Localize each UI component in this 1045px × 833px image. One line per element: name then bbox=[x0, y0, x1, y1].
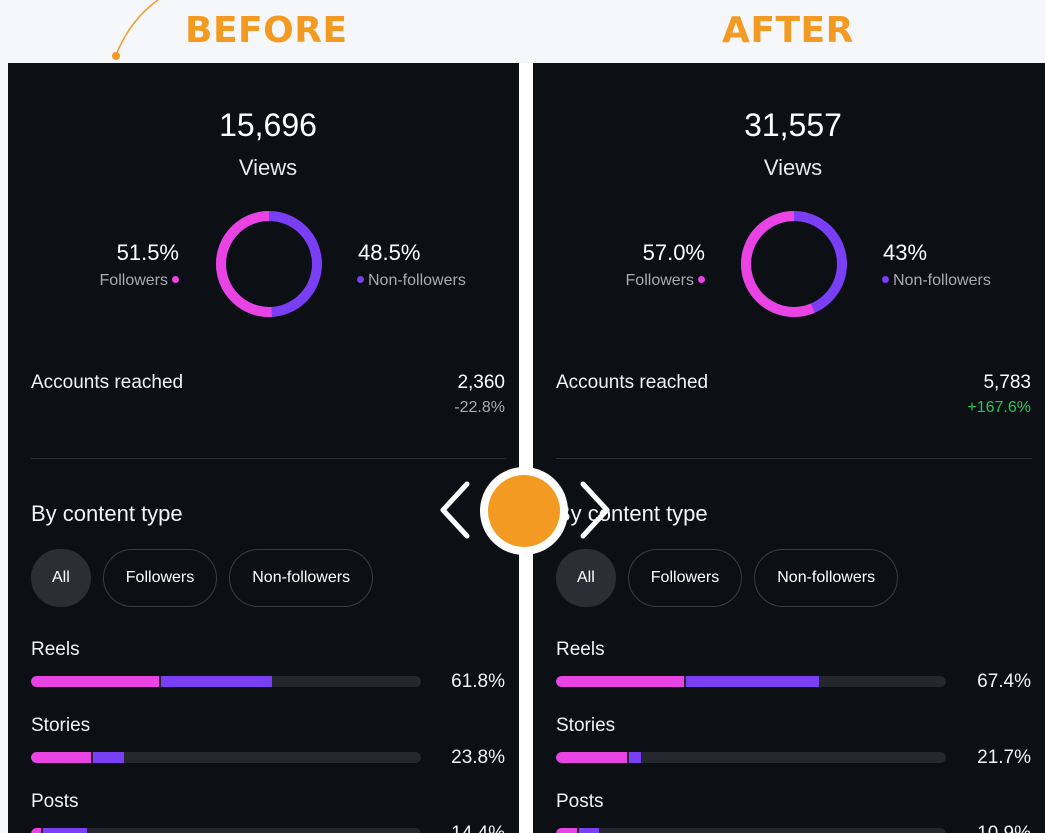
slider-handle-core bbox=[488, 475, 560, 547]
filter-all-button[interactable]: All bbox=[556, 549, 616, 607]
bar-non-followers-segment bbox=[42, 828, 88, 833]
content-bar bbox=[556, 828, 946, 833]
bar-non-followers-segment bbox=[685, 676, 819, 687]
divider bbox=[31, 458, 506, 459]
content-row-label: Reels bbox=[31, 639, 80, 660]
chevron-right-icon[interactable] bbox=[573, 478, 613, 542]
accounts-reached-delta: +167.6% bbox=[967, 399, 1031, 416]
content-row-label: Reels bbox=[556, 639, 605, 660]
bar-non-followers-segment bbox=[160, 676, 272, 687]
accounts-reached-label: Accounts reached bbox=[556, 372, 709, 393]
bar-followers-segment bbox=[31, 828, 41, 833]
content-row-label: Stories bbox=[31, 715, 91, 736]
divider bbox=[556, 458, 1032, 459]
content-type-filters: All Followers Non-followers bbox=[31, 549, 374, 607]
non-followers-dot-icon bbox=[882, 276, 889, 284]
non-followers-percentage: 43% bbox=[883, 240, 928, 265]
before-panel: 15,696 Views 51.5% Followers 48.5% Non-f… bbox=[8, 63, 519, 833]
non-followers-legend-label: Non-followers bbox=[368, 272, 466, 289]
content-row-percentage: 61.8% bbox=[451, 671, 505, 692]
non-followers-dot-icon bbox=[357, 276, 364, 284]
content-row-percentage: 67.4% bbox=[977, 671, 1031, 692]
content-row-label: Stories bbox=[556, 715, 616, 736]
content-row-reels: Reels 61.8% bbox=[31, 639, 505, 699]
content-type-filters: All Followers Non-followers bbox=[556, 549, 899, 607]
views-donut-chart bbox=[741, 211, 847, 317]
comparison-divider[interactable] bbox=[519, 63, 533, 833]
bar-followers-segment bbox=[31, 752, 92, 763]
followers-dot-icon bbox=[698, 276, 705, 284]
content-row-label: Posts bbox=[556, 791, 604, 812]
accounts-reached-delta: -22.8% bbox=[454, 399, 505, 416]
filter-non-followers-button[interactable]: Non-followers bbox=[229, 549, 374, 607]
followers-percentage: 57.0% bbox=[642, 240, 705, 265]
before-heading: BEFORE bbox=[185, 10, 348, 51]
views-count: 15,696 bbox=[219, 107, 317, 143]
bar-non-followers-segment bbox=[579, 828, 599, 833]
accounts-reached-label: Accounts reached bbox=[31, 372, 184, 393]
content-row-stories: Stories 23.8% bbox=[31, 715, 505, 775]
content-row-percentage: 14.4% bbox=[451, 823, 505, 833]
after-heading: AFTER bbox=[722, 10, 854, 51]
content-type-title: By content type bbox=[31, 501, 183, 526]
content-row-posts: Posts 10.9% bbox=[556, 791, 1031, 833]
accounts-reached-value: 5,783 bbox=[983, 372, 1031, 393]
content-row-percentage: 10.9% bbox=[977, 823, 1031, 833]
content-row-percentage: 23.8% bbox=[451, 747, 505, 768]
filter-non-followers-button[interactable]: Non-followers bbox=[754, 549, 899, 607]
views-label: Views bbox=[763, 155, 823, 180]
bar-followers-segment bbox=[556, 676, 684, 687]
followers-percentage: 51.5% bbox=[116, 240, 179, 265]
filter-followers-button[interactable]: Followers bbox=[627, 549, 743, 607]
followers-legend-label: Followers bbox=[99, 272, 168, 289]
bar-followers-segment bbox=[31, 676, 159, 687]
content-row-percentage: 21.7% bbox=[977, 747, 1031, 768]
content-bar bbox=[556, 676, 946, 687]
followers-legend: Followers bbox=[100, 272, 179, 290]
non-followers-legend-label: Non-followers bbox=[893, 272, 991, 289]
followers-dot-icon bbox=[172, 276, 179, 284]
comparison-slider-handle[interactable] bbox=[480, 467, 568, 555]
followers-legend-label: Followers bbox=[625, 272, 694, 289]
content-row-posts: Posts 14.4% bbox=[31, 791, 505, 833]
content-bar bbox=[31, 752, 421, 763]
bar-non-followers-segment bbox=[628, 752, 641, 763]
content-row-reels: Reels 67.4% bbox=[556, 639, 1031, 699]
views-donut-chart bbox=[216, 211, 322, 317]
accounts-reached-value: 2,360 bbox=[457, 372, 505, 393]
content-row-stories: Stories 21.7% bbox=[556, 715, 1031, 775]
content-row-label: Posts bbox=[31, 791, 79, 812]
after-panel: 31,557 Views 57.0% Followers 43% Non-fol… bbox=[533, 63, 1045, 833]
views-count: 31,557 bbox=[744, 107, 842, 143]
bar-followers-segment bbox=[556, 752, 627, 763]
filter-all-button[interactable]: All bbox=[31, 549, 91, 607]
content-bar bbox=[31, 676, 421, 687]
filter-followers-button[interactable]: Followers bbox=[102, 549, 218, 607]
non-followers-legend: Non-followers bbox=[357, 272, 466, 290]
chevron-left-icon[interactable] bbox=[437, 478, 477, 542]
bar-followers-segment bbox=[556, 828, 578, 833]
followers-legend: Followers bbox=[626, 272, 705, 290]
views-label: Views bbox=[238, 155, 298, 180]
content-bar bbox=[31, 828, 421, 833]
non-followers-percentage: 48.5% bbox=[358, 240, 421, 265]
content-bar bbox=[556, 752, 946, 763]
non-followers-legend: Non-followers bbox=[882, 272, 991, 290]
bar-non-followers-segment bbox=[93, 752, 124, 763]
